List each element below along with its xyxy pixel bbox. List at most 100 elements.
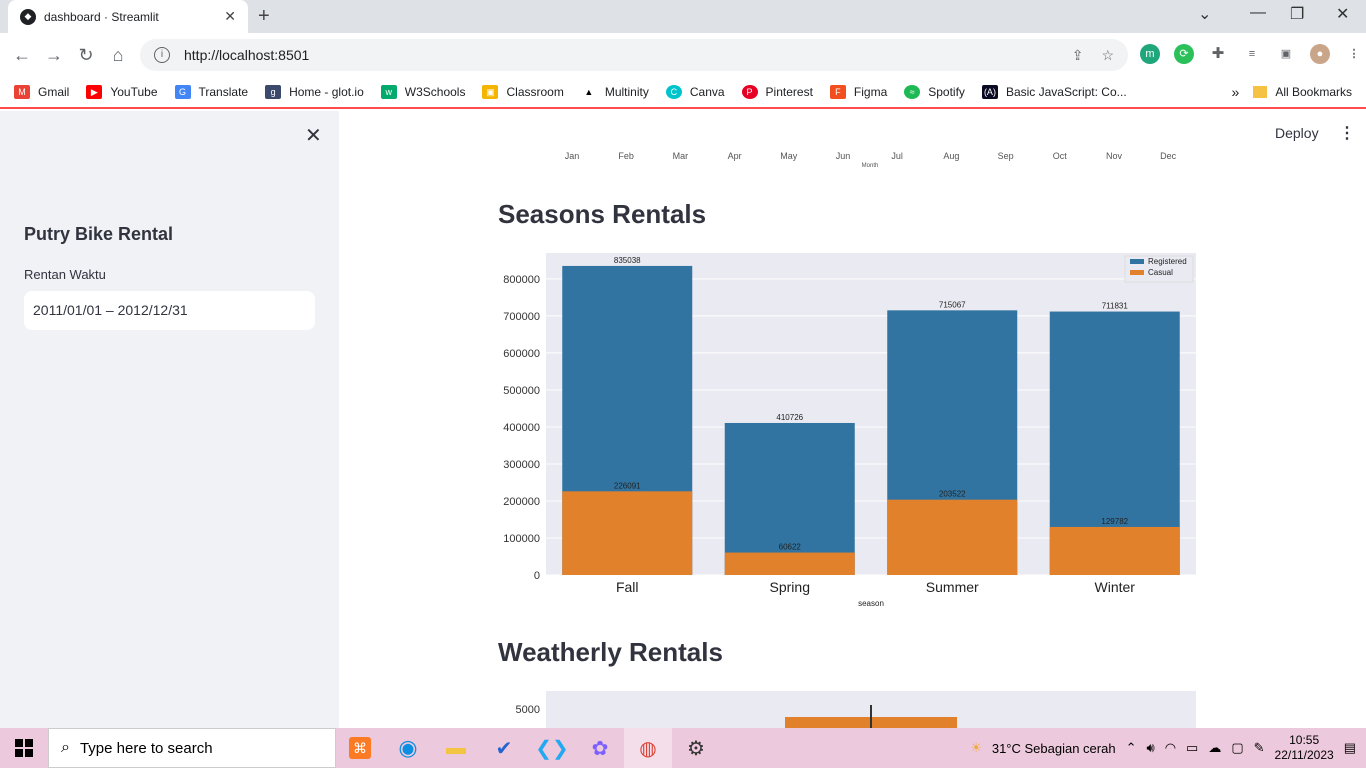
clock[interactable]: 10:55 22/11/2023 <box>1275 733 1334 763</box>
profile-avatar[interactable]: ● <box>1310 44 1330 64</box>
canva-icon: C <box>665 85 682 99</box>
forward-icon[interactable]: → <box>38 45 70 66</box>
wifi-icon[interactable]: ◠ <box>1165 740 1176 756</box>
bookmark-youtube[interactable]: ▶ YouTube <box>86 85 158 99</box>
data-label-registered: 410726 <box>776 413 803 422</box>
onedrive-icon[interactable]: ☁ <box>1208 740 1221 756</box>
youtube-icon: ▶ <box>86 85 103 99</box>
weather-icon: ☀ <box>970 740 982 755</box>
tab-close-icon[interactable]: ✕ <box>224 8 236 25</box>
url-text: http://localhost:8501 <box>184 47 310 63</box>
chrome-menu-icon[interactable]: ⋮ <box>1344 44 1364 64</box>
side-panel-icon[interactable]: ▣ <box>1276 44 1296 64</box>
volume-icon[interactable]: 🔊︎ <box>1146 740 1154 756</box>
bookmark-w3schools[interactable]: w W3Schools <box>380 85 465 99</box>
sidebar: ✕ Putry Bike Rental Rentan Waktu 2011/01… <box>0 111 339 728</box>
main-content: Deploy ⋮ Jan Feb Mar Apr May Jun Jul Aug Sep Oct N… <box>339 111 1366 729</box>
x-tick-label: Summer <box>926 579 979 595</box>
bookmark-translate[interactable]: G Translate <box>174 85 248 99</box>
todo-icon[interactable]: ✔ <box>480 728 528 768</box>
bookmarks-bar: M Gmail ▶ YouTube G Translate g Home - glot.… <box>0 77 1366 109</box>
month-tick: Nov <box>1105 151 1123 161</box>
bar-casual <box>562 491 693 575</box>
month-tick: Jul <box>891 151 903 161</box>
settings-icon[interactable]: ⚙ <box>672 728 720 768</box>
classroom-icon: ▣ <box>482 85 499 99</box>
y-tick-label: 200000 <box>503 496 540 508</box>
main-menu-icon[interactable]: ⋮ <box>1339 123 1355 143</box>
y-tick-label: 600000 <box>503 348 540 360</box>
bar-casual <box>1049 526 1180 575</box>
vscode-icon[interactable]: ❮❯ <box>528 728 576 768</box>
bar-casual <box>724 552 855 575</box>
address-bar[interactable]: i http://localhost:8501 ⇪ ☆ <box>140 39 1128 71</box>
all-bookmarks[interactable]: All Bookmarks <box>1275 85 1352 99</box>
sidebar-title: Putry Bike Rental <box>24 224 174 244</box>
seasons-chart: 0 100000 200000 300000 400000 500000 600000 700… <box>503 253 1196 608</box>
new-tab-icon[interactable]: + <box>258 5 270 28</box>
share-icon[interactable]: ⇪ <box>1072 47 1084 64</box>
month-tick: Oct <box>1052 151 1067 161</box>
browser-toolbar: ← → ↻ ⌂ i http://localhost:8501 ⇪ ☆ m ⟳ … <box>0 33 1366 77</box>
tab-title: dashboard · Streamlit <box>44 9 159 24</box>
back-icon[interactable]: ← <box>6 45 38 66</box>
w3schools-icon: w <box>380 85 397 99</box>
data-label-registered: 711831 <box>1102 302 1129 311</box>
extensions-puzzle-icon[interactable]: ✚ <box>1208 44 1228 64</box>
weather-text[interactable]: 31°C Sebagian cerah <box>992 741 1116 756</box>
home-icon[interactable]: ⌂ <box>102 45 134 66</box>
minimize-icon[interactable]: — <box>1250 4 1266 22</box>
seasons-title: Seasons Rentals <box>498 199 707 229</box>
pen-icon[interactable]: ✎ <box>1254 740 1265 756</box>
start-button[interactable] <box>0 728 48 768</box>
month-tick: Jun <box>835 151 851 161</box>
media-queue-icon[interactable]: ≡ <box>1242 44 1262 64</box>
close-window-icon[interactable]: ✕ <box>1336 4 1349 24</box>
more-bookmarks-icon[interactable]: » <box>1232 84 1240 100</box>
y-tick-label: 5000 <box>516 704 540 716</box>
extension-m-icon[interactable]: m <box>1140 44 1160 64</box>
browser-tab[interactable]: ◆ dashboard · Streamlit ✕ <box>8 0 248 33</box>
data-label-casual: 129782 <box>1101 517 1128 526</box>
date-range-label: Rentan Waktu <box>24 267 106 282</box>
tab-search-icon[interactable]: ⌄ <box>1198 4 1211 24</box>
notification-icon[interactable]: ▤ <box>1344 740 1356 756</box>
close-sidebar-icon[interactable]: ✕ <box>305 123 322 148</box>
pinterest-icon: P <box>741 85 758 99</box>
battery-icon[interactable]: ▭ <box>1186 740 1198 756</box>
copilot-icon[interactable]: ✿ <box>576 728 624 768</box>
bar-casual <box>887 499 1018 575</box>
taskbar-search[interactable]: ⌕ Type here to search <box>48 728 336 768</box>
search-icon: ⌕ <box>61 739 70 756</box>
site-info-icon[interactable]: i <box>154 47 170 63</box>
chrome-icon[interactable]: ◍ <box>624 728 672 768</box>
streamlit-favicon-icon: ◆ <box>20 8 36 25</box>
bar-registered <box>724 422 855 575</box>
bookmark-multinity[interactable]: ▲ Multinity <box>581 85 648 99</box>
bookmark-spotify[interactable]: ≈ Spotify <box>904 85 965 99</box>
deploy-button[interactable]: Deploy <box>1275 125 1319 141</box>
bookmark-star-icon[interactable]: ☆ <box>1101 47 1114 64</box>
bookmark-canva[interactable]: C Canva <box>665 85 725 99</box>
bookmark-glot[interactable]: g Home - glot.io <box>265 85 364 99</box>
restore-icon[interactable]: ❐ <box>1290 4 1304 24</box>
reload-icon[interactable]: ↻ <box>70 45 102 66</box>
clock-time: 10:55 <box>1289 733 1320 747</box>
legend-swatch <box>1130 259 1144 264</box>
meet-now-icon[interactable]: ▢ <box>1231 740 1243 756</box>
figma-icon: F <box>829 85 846 99</box>
extension-green-icon[interactable]: ⟳ <box>1174 44 1194 64</box>
bookmark-classroom[interactable]: ▣ Classroom <box>482 85 564 99</box>
bookmark-gmail[interactable]: M Gmail <box>14 85 69 99</box>
y-tick-label: 100000 <box>503 533 540 545</box>
bookmark-freecodecamp[interactable]: (A) Basic JavaScript: Co... <box>981 85 1127 99</box>
date-range-input[interactable]: 2011/01/01 – 2012/12/31 <box>24 291 315 330</box>
xampp-icon[interactable]: ⌘ <box>336 728 384 768</box>
edge-icon[interactable]: ◉ <box>384 728 432 768</box>
bookmark-pinterest[interactable]: P Pinterest <box>741 85 813 99</box>
month-tick: Feb <box>618 151 634 161</box>
show-hidden-icons-icon[interactable]: ⌃ <box>1126 740 1137 756</box>
bookmark-figma[interactable]: F Figma <box>829 85 887 99</box>
windows-logo-icon <box>15 739 33 757</box>
file-explorer-icon[interactable]: ▬ <box>432 728 480 768</box>
